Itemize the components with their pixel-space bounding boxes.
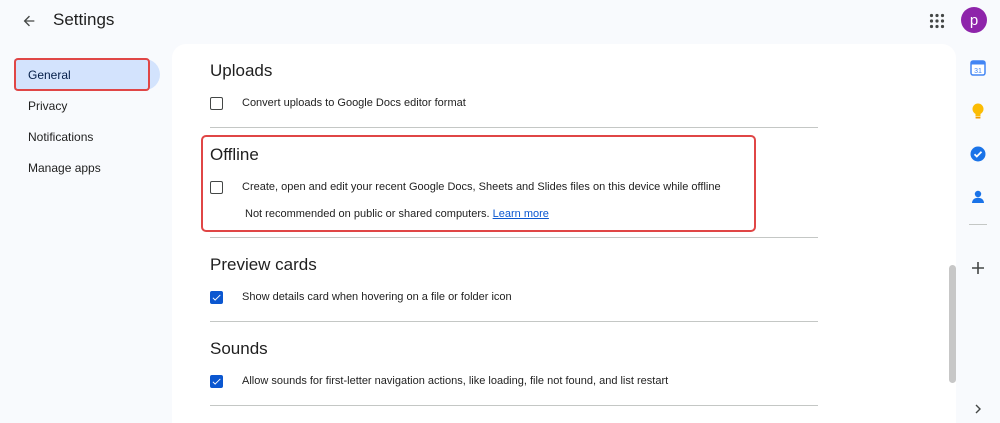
preview-cards-checkbox[interactable]	[210, 291, 223, 304]
google-apps-button[interactable]	[925, 9, 949, 33]
sidebar-item-privacy[interactable]: Privacy	[14, 90, 160, 121]
add-icon[interactable]	[968, 258, 988, 278]
checkmark-icon	[212, 378, 221, 385]
offline-note: Not recommended on public or shared comp…	[245, 208, 549, 220]
sounds-checkbox[interactable]	[210, 375, 223, 388]
sidebar-item-general[interactable]: General	[14, 59, 160, 90]
chevron-right-icon[interactable]	[970, 401, 986, 417]
preview-cards-label: Show details card when hovering on a fil…	[242, 291, 512, 303]
offline-checkbox[interactable]	[210, 181, 223, 194]
side-panel-divider	[969, 224, 987, 225]
convert-uploads-label: Convert uploads to Google Docs editor fo…	[242, 97, 466, 109]
tasks-icon[interactable]	[968, 144, 988, 164]
convert-uploads-checkbox[interactable]	[210, 97, 223, 110]
section-divider	[210, 127, 818, 128]
back-button[interactable]	[16, 8, 42, 34]
calendar-day-text: 31	[974, 68, 982, 75]
keep-icon[interactable]	[968, 101, 988, 121]
page-title: Settings	[53, 10, 115, 29]
calendar-icon[interactable]: 31	[968, 58, 988, 78]
sounds-section-title: Sounds	[210, 339, 268, 358]
scrollbar-thumb[interactable]	[949, 265, 956, 383]
apps-grid-icon	[929, 13, 945, 29]
uploads-section-title: Uploads	[210, 61, 273, 80]
checkmark-icon	[212, 294, 221, 301]
sounds-label: Allow sounds for first-letter navigation…	[242, 375, 669, 387]
section-divider	[210, 237, 818, 238]
section-divider	[210, 321, 818, 322]
sidebar-item-notifications[interactable]: Notifications	[14, 121, 160, 152]
account-avatar[interactable]: p	[961, 7, 987, 33]
learn-more-link[interactable]: Learn more	[493, 208, 549, 220]
arrow-back-icon	[23, 15, 35, 27]
section-divider	[210, 405, 818, 406]
offline-note-text: Not recommended on public or shared comp…	[245, 208, 490, 220]
offline-section-title: Offline	[210, 145, 259, 164]
sidebar-item-manage-apps[interactable]: Manage apps	[14, 152, 160, 183]
preview-cards-section-title: Preview cards	[210, 255, 317, 274]
top-bar: Settings p	[0, 0, 1000, 44]
contacts-icon[interactable]	[968, 187, 988, 207]
offline-label: Create, open and edit your recent Google…	[242, 181, 721, 193]
